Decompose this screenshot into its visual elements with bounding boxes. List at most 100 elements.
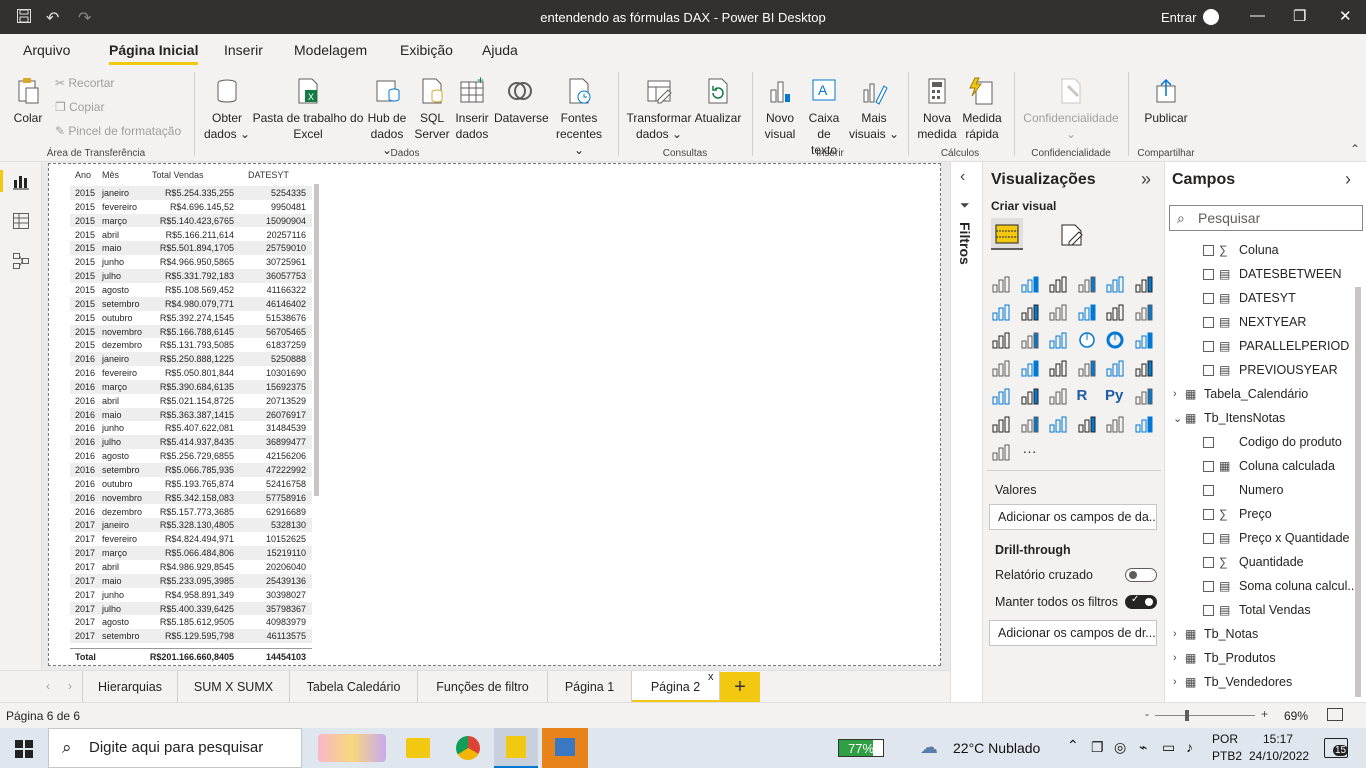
obter-dados-button[interactable]: Obter dados ⌄ xyxy=(202,76,252,142)
python-visual-icon[interactable]: Py xyxy=(1105,387,1125,405)
add-page-button[interactable]: + xyxy=(720,672,760,702)
maximize-icon[interactable]: ❐ xyxy=(1293,7,1306,25)
field-checkbox[interactable] xyxy=(1203,605,1214,616)
chevron-down-icon[interactable]: ⌄ xyxy=(1173,412,1182,425)
table-row[interactable]: 2015 setembro R$4.980.079,771 46146402 xyxy=(70,296,312,311)
next-page-icon[interactable]: › xyxy=(68,679,72,693)
decomposition-tree-icon[interactable] xyxy=(991,415,1011,433)
build-visual-tab[interactable] xyxy=(991,218,1023,250)
fit-page-icon[interactable] xyxy=(1327,708,1343,721)
field-checkbox[interactable] xyxy=(1203,557,1214,568)
weather-text[interactable]: 22°C Nublado xyxy=(953,740,1040,756)
more-visuals-icon[interactable]: ··· xyxy=(1020,443,1040,461)
field-checkbox[interactable] xyxy=(1203,461,1214,472)
key-influencers-icon[interactable] xyxy=(1134,387,1154,405)
table-row[interactable]: 2016 setembro R$5.066.785,935 47222992 xyxy=(70,463,312,477)
stacked-bar-icon[interactable] xyxy=(991,275,1011,293)
fields-search-input[interactable]: Pesquisar xyxy=(1169,205,1363,231)
card-icon[interactable] xyxy=(1077,359,1097,377)
tab-exibicao[interactable]: Exibição xyxy=(400,42,453,58)
field-item[interactable]: Soma coluna calcul... xyxy=(1239,579,1358,593)
table-row[interactable]: 2015 maio R$5.501.894,1705 25759010 xyxy=(70,241,312,256)
table-row[interactable]: 2016 janeiro R$5.250.888,1225 5250888 xyxy=(70,352,312,366)
collapse-ribbon-icon[interactable]: ⌃ xyxy=(1350,142,1360,156)
wifi-icon[interactable]: ⌁ xyxy=(1139,739,1147,756)
file-explorer-icon[interactable] xyxy=(406,738,430,758)
table-row[interactable]: 2016 março R$5.390.684,6135 15692375 xyxy=(70,379,312,394)
zoom-slider-thumb[interactable] xyxy=(1185,710,1189,721)
page-tab-funcoes-filtro[interactable]: Funções de filtro xyxy=(418,671,548,703)
matrix-icon[interactable] xyxy=(1048,387,1068,405)
page-tab-hierarquias[interactable]: Hierarquias xyxy=(82,671,178,703)
volume-icon[interactable]: ♪ xyxy=(1186,739,1193,755)
treemap-icon[interactable] xyxy=(1134,331,1154,349)
caixa-texto-button[interactable]: A Caixa de texto xyxy=(802,76,846,158)
recortar-button[interactable]: ✂ Recortar xyxy=(55,76,114,90)
network-icon[interactable]: ◎ xyxy=(1114,739,1126,756)
meet-icon[interactable]: ❐ xyxy=(1091,739,1104,756)
collapse-fields-icon[interactable]: › xyxy=(1345,169,1351,190)
mais-visuais-button[interactable]: Mais visuais ⌄ xyxy=(848,76,900,142)
table-row[interactable]: 2017 junho R$4.958.891,349 30398027 xyxy=(70,588,312,602)
close-page-tab-icon[interactable]: x xyxy=(708,671,714,683)
100-column-icon[interactable] xyxy=(1134,275,1154,293)
excel-button[interactable]: X Pasta de trabalho do Excel xyxy=(252,76,364,142)
filters-pane-collapsed[interactable]: ‹ ⏷ Filtros xyxy=(950,162,982,702)
clustered-column-icon[interactable] xyxy=(1077,275,1097,293)
arcgis-icon[interactable] xyxy=(1105,415,1125,433)
field-item[interactable]: Preço x Quantidade xyxy=(1239,531,1350,545)
filters-label[interactable]: Filtros xyxy=(957,222,973,265)
table-node[interactable]: Tabela_Calendário xyxy=(1204,387,1308,401)
zoom-in-button[interactable]: + xyxy=(1261,707,1268,721)
slicer-icon[interactable] xyxy=(991,387,1011,405)
qa-icon[interactable] xyxy=(1020,415,1040,433)
table-row[interactable]: 2015 agosto R$5.108.569,452 41166322 xyxy=(70,283,312,297)
sign-in-link[interactable]: Entrar xyxy=(1161,10,1196,25)
table-row[interactable]: 2015 junho R$4.966.950,5865 30725961 xyxy=(70,255,312,269)
table-row[interactable]: 2015 janeiro R$5.254.335,255 5254335 xyxy=(70,186,312,200)
field-checkbox[interactable] xyxy=(1203,341,1214,352)
field-item[interactable]: Coluna calculada xyxy=(1239,459,1335,473)
tab-pagina-inicial[interactable]: Página Inicial xyxy=(109,42,199,65)
photos-taskbar-button[interactable] xyxy=(542,728,588,768)
field-checkbox[interactable] xyxy=(1203,245,1214,256)
display-icon[interactable]: ▭ xyxy=(1162,739,1175,756)
filled-map-icon[interactable] xyxy=(1020,359,1040,377)
table-row[interactable]: 2016 julho R$5.414.937,8435 36899477 xyxy=(70,435,312,450)
chrome-icon[interactable] xyxy=(456,736,480,760)
table-row[interactable]: 2015 julho R$5.331.792,183 36057753 xyxy=(70,269,312,283)
table-row[interactable]: 2015 fevereiro R$4.696.145,52 9950481 xyxy=(70,200,312,214)
page-tab-sum-x-sumx[interactable]: SUM X SUMX xyxy=(178,671,290,703)
clock-date[interactable]: 24/10/2022 xyxy=(1249,749,1309,763)
prev-page-icon[interactable]: ‹ xyxy=(46,679,50,693)
close-icon[interactable]: ✕ xyxy=(1339,7,1352,25)
pie-icon[interactable] xyxy=(1077,331,1097,349)
page-tab-pagina-2[interactable]: Página 2 xyxy=(632,671,720,703)
confidencialidade-button[interactable]: Confidencialidade ⌄ xyxy=(1022,76,1120,142)
search-highlight-image[interactable] xyxy=(318,734,386,762)
field-item[interactable]: Coluna xyxy=(1239,243,1279,257)
table-row[interactable]: 2016 junho R$5.407.622,081 31484539 xyxy=(70,421,312,435)
table-row[interactable]: 2016 abril R$5.021.154,8725 20713529 xyxy=(70,394,312,408)
donut-icon[interactable] xyxy=(1105,331,1125,349)
nova-medida-button[interactable]: Nova medida xyxy=(914,76,960,142)
field-checkbox[interactable] xyxy=(1203,509,1214,520)
scatter-icon[interactable] xyxy=(1048,331,1068,349)
table-row[interactable]: 2017 julho R$5.400.339,6425 35798367 xyxy=(70,601,312,616)
field-item[interactable]: Numero xyxy=(1239,483,1283,497)
table-row[interactable]: 2017 março R$5.066.484,806 15219110 xyxy=(70,546,312,560)
keep-filters-toggle[interactable]: ✓ xyxy=(1125,594,1157,609)
gauge-icon[interactable] xyxy=(1048,359,1068,377)
chevron-right-icon[interactable]: › xyxy=(1173,652,1177,664)
values-drop-zone[interactable]: Adicionar os campos de da... xyxy=(989,504,1157,530)
format-visual-icon[interactable] xyxy=(1059,222,1085,248)
copiar-button[interactable]: ❐ Copiar xyxy=(55,100,104,114)
tab-inserir[interactable]: Inserir xyxy=(224,42,263,58)
table-node[interactable]: Tb_Produtos xyxy=(1204,651,1276,665)
clustered-bar-icon[interactable] xyxy=(1048,275,1068,293)
line-chart-icon[interactable] xyxy=(991,303,1011,321)
field-item[interactable]: Codigo do produto xyxy=(1239,435,1342,449)
avatar[interactable] xyxy=(1203,9,1219,25)
narrative-icon[interactable] xyxy=(1048,415,1068,433)
waterfall-icon[interactable] xyxy=(991,331,1011,349)
